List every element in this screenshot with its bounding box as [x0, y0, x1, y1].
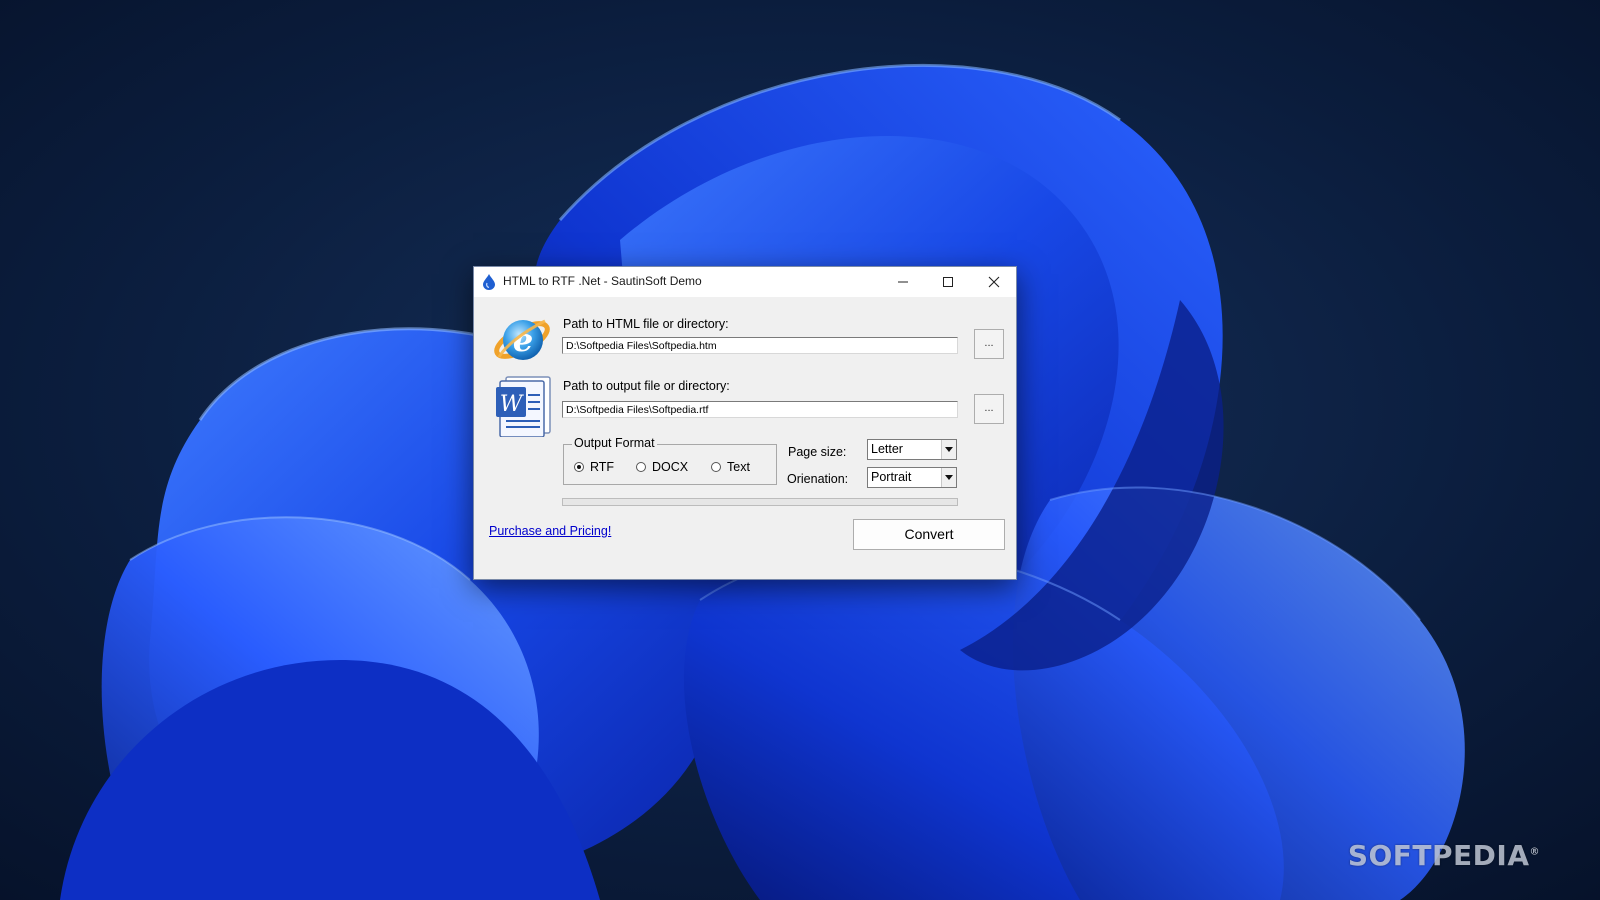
progress-bar: [562, 498, 958, 506]
output-path-label: Path to output file or directory:: [563, 379, 730, 393]
radio-docx-label: DOCX: [652, 460, 689, 474]
radio-docx-indicator[interactable]: [636, 462, 646, 472]
page-size-dropdown-button[interactable]: [941, 440, 956, 459]
output-format-legend: Output Format: [572, 436, 657, 450]
orientation-value: Portrait: [871, 470, 912, 484]
browse-output-button[interactable]: ...: [974, 394, 1004, 424]
title-bar[interactable]: HTML to RTF .Net - SautinSoft Demo: [474, 267, 1016, 297]
chevron-down-icon: [945, 447, 953, 452]
html-path-input[interactable]: D:\Softpedia Files\Softpedia.htm: [562, 337, 958, 354]
minimize-icon: [897, 281, 908, 283]
output-path-input[interactable]: D:\Softpedia Files\Softpedia.rtf: [562, 401, 958, 418]
close-icon: [988, 276, 999, 288]
softpedia-watermark: SOFTPEDIA®: [1348, 839, 1540, 872]
minimize-button[interactable]: [880, 267, 925, 297]
watermark-text: SOFTPEDIA: [1347, 839, 1530, 872]
window-title: HTML to RTF .Net - SautinSoft Demo: [503, 274, 702, 288]
word-document-icon: W: [496, 376, 551, 437]
radio-text[interactable]: Text: [711, 460, 750, 474]
radio-rtf-label: RTF: [590, 460, 615, 474]
radio-rtf[interactable]: RTF: [574, 460, 614, 474]
orientation-label: Orienation:: [787, 472, 849, 486]
orientation-select[interactable]: Portrait: [867, 467, 957, 488]
radio-text-label: Text: [727, 460, 750, 474]
purchase-pricing-link[interactable]: Purchase and Pricing!: [489, 524, 611, 538]
dialog-body: e Path to HTML file or directory: D:\Sof…: [474, 297, 1016, 579]
page-size-select[interactable]: Letter: [867, 439, 957, 460]
internet-explorer-icon: e: [494, 319, 550, 360]
radio-text-indicator[interactable]: [711, 462, 721, 472]
browse-html-button[interactable]: ...: [974, 329, 1004, 359]
html-path-label: Path to HTML file or directory:: [563, 317, 729, 331]
output-format-group: Output Format RTF DOCX Text: [563, 436, 777, 485]
chevron-down-icon: [945, 475, 953, 480]
watermark-registered-mark: ®: [1529, 846, 1540, 858]
svg-text:W: W: [500, 392, 525, 417]
radio-docx[interactable]: DOCX: [636, 460, 688, 474]
water-drop-icon: [483, 274, 495, 290]
radio-rtf-indicator[interactable]: [574, 462, 584, 472]
page-size-value: Letter: [871, 442, 903, 456]
app-window: HTML to RTF .Net - SautinSoft Demo e Pat…: [473, 266, 1017, 580]
close-button[interactable]: [971, 267, 1016, 297]
orientation-dropdown-button[interactable]: [941, 468, 956, 487]
maximize-button[interactable]: [925, 267, 970, 297]
maximize-icon: [942, 277, 953, 287]
page-size-label: Page size:: [788, 445, 847, 459]
convert-button[interactable]: Convert: [853, 519, 1005, 550]
